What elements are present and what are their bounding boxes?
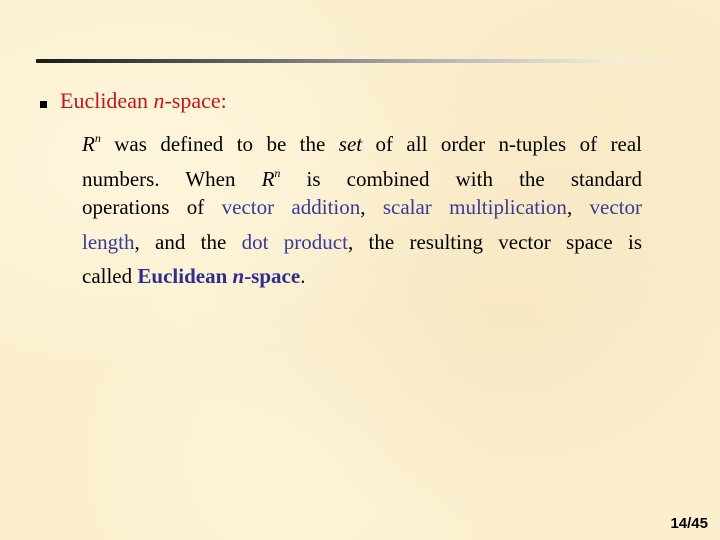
- term-vector-addition: vector addition: [221, 195, 361, 219]
- emphasis-set: set: [338, 132, 363, 156]
- paragraph-line-5: called Euclidean n-space.: [82, 264, 306, 288]
- math-R: R: [261, 166, 275, 191]
- term-scalar-multiplication: scalar multiplication: [382, 195, 567, 219]
- paragraph-line-1: Rn was defined to be the set of all orde…: [82, 131, 642, 156]
- paragraph-line-4: length, and the dot product, the resulti…: [82, 229, 642, 254]
- bullet-item: Euclidean n-space:: [36, 86, 227, 116]
- term-vector-length-part1: vector: [589, 195, 642, 219]
- term-vector-length-part2: length: [82, 229, 135, 254]
- term-euclidean-n-space: Euclidean n-space: [137, 264, 301, 288]
- math-R: R: [82, 132, 95, 156]
- term-dot-product: dot product: [241, 229, 348, 254]
- paragraph-line-2: numbers. When Rn is combined with the st…: [82, 165, 642, 191]
- title-divider-rule: [36, 59, 684, 63]
- square-bullet-icon: [40, 100, 47, 108]
- bullet-heading: Euclidean n-space:: [60, 88, 227, 113]
- paragraph-line-3: operations of vector addition, scalar mu…: [82, 195, 642, 219]
- page-number: 14/45: [670, 515, 708, 532]
- definition-paragraph: Rn was defined to be the set of all orde…: [82, 121, 642, 294]
